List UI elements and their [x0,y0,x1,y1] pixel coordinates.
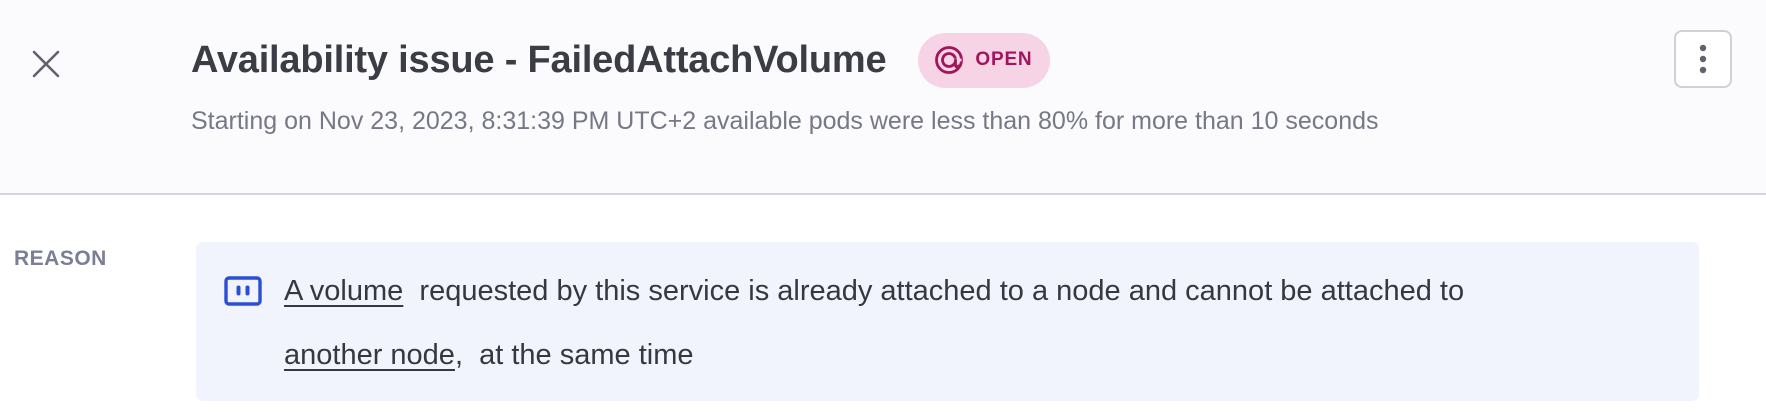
reason-text: A volume requested by this service is al… [284,259,1674,387]
reason-label: REASON [14,247,107,270]
reason-box: A volume requested by this service is al… [196,242,1699,401]
status-badge: OPEN [918,32,1051,88]
page-title: Availability issue - FailedAttachVolume [191,38,887,81]
close-button[interactable] [22,40,70,88]
comma: , [454,339,463,371]
open-status-icon [934,45,964,75]
node-link[interactable]: another node [284,339,455,371]
close-icon [32,50,60,78]
volume-link[interactable]: A volume [284,275,403,307]
issue-header: Availability issue - FailedAttachVolume … [0,0,1766,195]
issue-subtitle: Starting on Nov 23, 2023, 8:31:39 PM UTC… [191,107,1379,135]
status-label: OPEN [975,49,1033,70]
volume-icon [224,276,262,306]
more-options-button[interactable] [1674,30,1732,88]
reason-text-part2: at the same time [479,339,694,371]
title-row: Availability issue - FailedAttachVolume … [191,30,1051,90]
more-vertical-icon [1699,44,1707,74]
reason-text-part1: requested by this service is already att… [419,275,1465,307]
